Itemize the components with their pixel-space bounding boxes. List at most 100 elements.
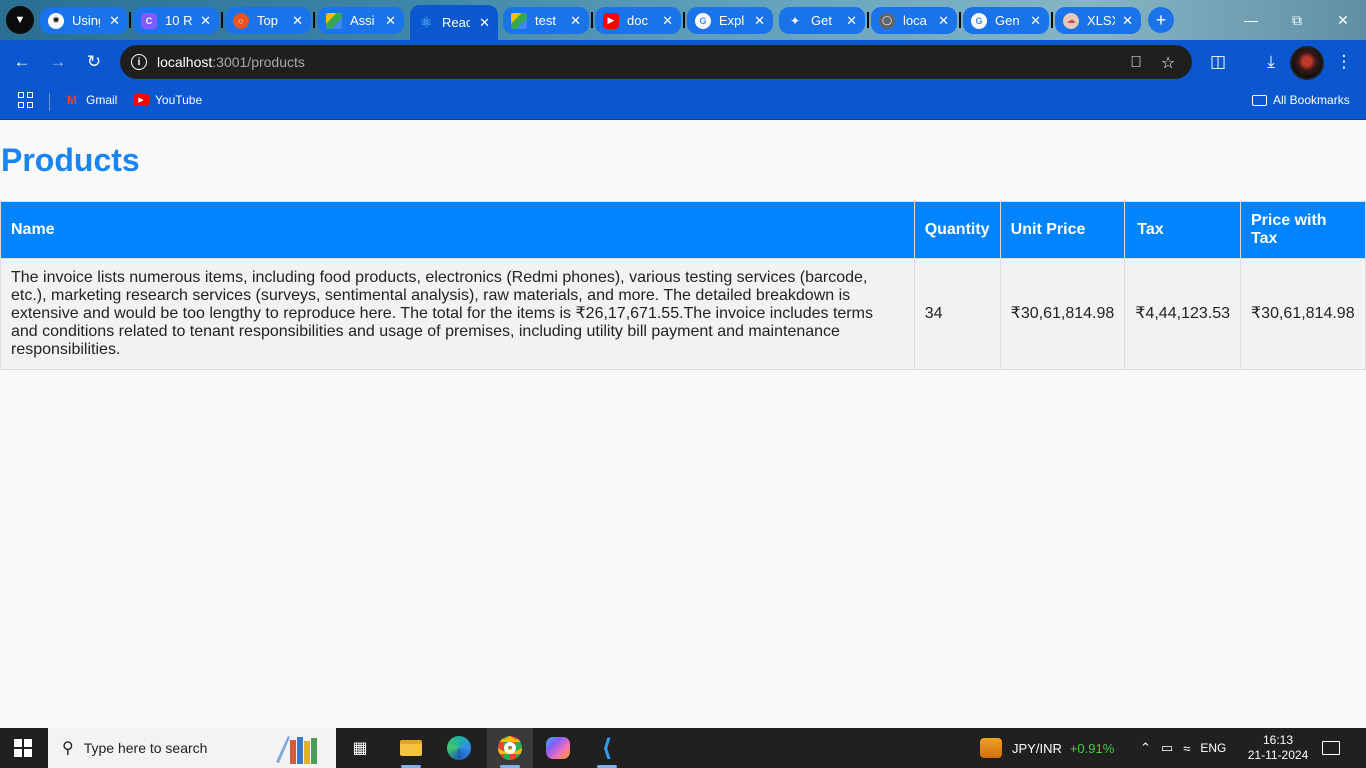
chrome-button[interactable]: [487, 728, 533, 768]
tab-4-active[interactable]: ⚛ Reac ✕: [410, 5, 498, 40]
close-icon[interactable]: ✕: [1122, 13, 1133, 29]
tab-title: Reac: [442, 15, 470, 30]
close-icon[interactable]: ✕: [200, 13, 211, 29]
new-tab-button[interactable]: +: [1148, 7, 1174, 33]
tab-2[interactable]: ○ Top ✕: [225, 7, 311, 34]
search-placeholder: Type here to search: [83, 740, 208, 756]
taskbar-search-box[interactable]: ⚲ Type here to search: [48, 728, 336, 768]
file-explorer-button[interactable]: [388, 728, 434, 768]
tab-6[interactable]: ▶ doc ✕: [595, 7, 681, 34]
tab-divider: [1051, 12, 1053, 28]
menu-button[interactable]: ⋮: [1330, 48, 1358, 76]
tab-search-button[interactable]: ▼: [6, 6, 34, 34]
more-vert-icon: ⋮: [1335, 52, 1353, 71]
close-icon[interactable]: ✕: [292, 13, 303, 29]
close-icon[interactable]: ✕: [109, 13, 120, 29]
wifi-icon[interactable]: ≈: [1183, 741, 1190, 756]
page-title: Products: [1, 142, 140, 178]
stock-widget[interactable]: JPY/INR +0.91%: [980, 728, 1114, 768]
chevron-up-icon[interactable]: ⌃: [1140, 740, 1151, 756]
restore-button[interactable]: ⧉: [1274, 0, 1320, 40]
copilot-button[interactable]: [535, 728, 581, 768]
windows-taskbar: ⚲ Type here to search ▦ ⟨ JPY/INR +0.91%: [0, 728, 1366, 768]
profile-avatar[interactable]: [1290, 46, 1324, 80]
task-view-button[interactable]: ▦: [337, 728, 383, 768]
language-indicator[interactable]: ENG: [1200, 741, 1226, 755]
bookmark-gmail[interactable]: M Gmail: [64, 93, 117, 107]
address-bar[interactable]: i localhost:3001/products ⎕ ☆: [120, 45, 1192, 79]
tab-1[interactable]: C 10 R ✕: [133, 7, 219, 34]
cell-quantity: 34: [913, 258, 1001, 370]
close-window-button[interactable]: ✕: [1320, 0, 1366, 40]
clock[interactable]: 16:13 21-11-2024: [1246, 728, 1310, 768]
table-header-row: Name Quantity Unit Price Tax Price with …: [0, 201, 1366, 259]
tab-divider: [313, 12, 315, 28]
c-icon: C: [141, 12, 157, 29]
browser-toolbar: ← → ↻ i localhost:3001/products ⎕ ☆ ◫ ⤓ …: [0, 40, 1366, 85]
bookmarks-bar: [0, 85, 1366, 120]
column-header-name: Name: [0, 201, 915, 259]
extensions-button[interactable]: ◫: [1204, 48, 1232, 76]
plus-icon: +: [1155, 9, 1167, 30]
globe-icon: ◯: [879, 12, 895, 29]
tab-9[interactable]: ◯ loca ✕: [871, 7, 957, 34]
close-icon[interactable]: ✕: [662, 13, 673, 29]
tab-title: XLSX: [1087, 13, 1115, 28]
back-button[interactable]: ←: [8, 48, 36, 76]
tab-10[interactable]: G Gen ✕: [963, 7, 1049, 34]
task-view-icon: ▦: [352, 740, 368, 757]
chevron-down-icon: ▼: [14, 14, 26, 26]
windows-start-icon[interactable]: [14, 739, 32, 757]
xlsx-icon: ☁: [1063, 12, 1079, 29]
site-info-icon[interactable]: i: [131, 54, 147, 70]
bookmark-youtube[interactable]: ▶ YouTube: [133, 93, 202, 107]
ticker-change: +0.91%: [1069, 740, 1115, 756]
tab-7[interactable]: G Expl ✕: [687, 7, 773, 34]
drive-icon: [511, 12, 527, 29]
tab-11[interactable]: ☁ XLSX ✕: [1055, 7, 1141, 34]
close-icon[interactable]: ✕: [385, 13, 396, 29]
tab-title: Gen: [995, 13, 1020, 28]
all-bookmarks-label: All Bookmarks: [1273, 93, 1350, 107]
apps-grid-icon[interactable]: [18, 92, 34, 108]
tab-divider: [129, 12, 131, 28]
cell-price-with-tax: ₹30,61,814.98: [1239, 258, 1366, 370]
close-icon[interactable]: ✕: [938, 13, 949, 29]
star-icon[interactable]: ☆: [1158, 53, 1178, 73]
google-icon: G: [971, 12, 987, 29]
battery-icon[interactable]: ▭: [1161, 740, 1173, 756]
tab-0[interactable]: ✹ Using ✕: [40, 7, 128, 34]
tab-title: Using: [72, 13, 100, 28]
tab-title: Assi: [350, 13, 375, 28]
reload-button[interactable]: ↻: [80, 48, 108, 76]
url-text[interactable]: localhost:3001/products: [157, 54, 305, 70]
column-header-price-with-tax: Price with Tax: [1239, 201, 1366, 259]
table-row: The invoice lists numerous items, includ…: [0, 258, 1366, 370]
tab-3[interactable]: Assi ✕: [318, 7, 404, 34]
clock-time: 16:13: [1262, 733, 1294, 747]
youtube-icon: ▶: [603, 12, 619, 29]
notification-icon: [1322, 741, 1340, 755]
tab-8[interactable]: ✦ Get ✕: [779, 7, 865, 34]
tab-title: test: [535, 13, 556, 28]
download-icon: ⤓: [1267, 52, 1275, 71]
close-icon[interactable]: ✕: [1030, 13, 1041, 29]
install-app-icon[interactable]: ⎕: [1126, 53, 1146, 73]
cell-tax: ₹4,44,123.53: [1124, 258, 1241, 370]
folder-icon: [400, 740, 422, 756]
edge-button[interactable]: [436, 728, 482, 768]
all-bookmarks-button[interactable]: All Bookmarks: [1252, 93, 1350, 107]
close-icon[interactable]: ✕: [846, 13, 857, 29]
arrow-left-icon: ←: [13, 52, 31, 71]
notifications-button[interactable]: [1322, 728, 1340, 768]
forward-button[interactable]: →: [44, 48, 72, 76]
minimize-button[interactable]: —: [1228, 0, 1274, 40]
vscode-button[interactable]: ⟨: [584, 728, 630, 768]
tab-5[interactable]: test ✕: [503, 7, 589, 34]
bookmarks-divider: [49, 93, 50, 111]
close-icon[interactable]: ✕: [754, 13, 765, 29]
close-icon[interactable]: ✕: [570, 13, 581, 29]
bookmark-label: Gmail: [86, 93, 118, 107]
close-icon[interactable]: ✕: [479, 15, 490, 31]
downloads-button[interactable]: ⤓: [1257, 48, 1285, 76]
